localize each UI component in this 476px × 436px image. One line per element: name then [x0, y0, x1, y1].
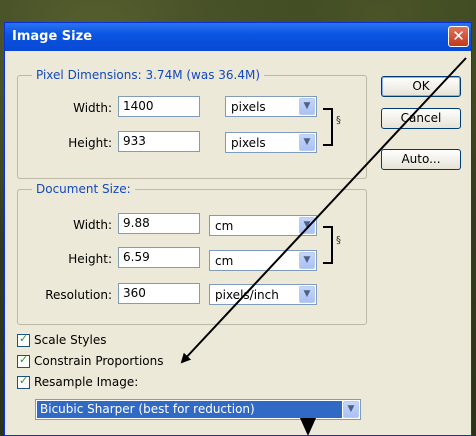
checkmark-icon: ✓ [19, 353, 29, 366]
chain-link-icon[interactable]: § [336, 236, 341, 246]
cancel-button[interactable]: Cancel [381, 108, 461, 129]
constrain-proportions-label: Constrain Proportions [34, 354, 164, 368]
constrain-proportions-checkbox[interactable]: ✓ [17, 353, 30, 368]
doc-height-unit-select[interactable]: cm ▼ [209, 250, 317, 271]
close-icon: ✕ [452, 27, 465, 45]
resolution-unit: pixels/inch [215, 288, 279, 302]
pixel-link-bracket [323, 108, 333, 146]
doc-height-field[interactable]: 6.59 [118, 247, 200, 268]
resample-image-label: Resample Image: [34, 375, 139, 389]
pixel-width-unit-select[interactable]: pixels ▼ [225, 96, 317, 117]
constrain-proportions-option[interactable]: ✓ Constrain Proportions [17, 353, 164, 370]
doc-height-label: Height: [68, 252, 112, 266]
pixel-height-field[interactable]: 933 [118, 131, 200, 152]
pixel-height-label: Height: [68, 136, 112, 150]
document-size-legend: Document Size: [32, 182, 135, 196]
scale-styles-checkbox[interactable]: ✓ [17, 332, 30, 347]
pixel-dimensions-size: 3.74M (was 36.4M) [145, 68, 261, 82]
checkmark-icon: ✓ [19, 332, 29, 345]
document-link-bracket [323, 226, 333, 264]
chain-link-icon[interactable]: § [336, 116, 341, 126]
pixel-width-unit: pixels [231, 100, 266, 114]
doc-height-unit: cm [215, 254, 234, 268]
doc-width-field[interactable]: 9.88 [118, 213, 200, 234]
chevron-down-icon: ▼ [299, 286, 315, 303]
chevron-down-icon: ▼ [299, 252, 315, 269]
doc-width-unit: cm [215, 219, 234, 233]
doc-width-unit-select[interactable]: cm ▼ [209, 215, 317, 236]
doc-width-label: Width: [73, 218, 112, 232]
pixel-dimensions-label: Pixel Dimensions: [36, 68, 142, 82]
pixel-height-unit-select[interactable]: pixels ▼ [225, 132, 317, 153]
image-size-dialog: Image Size ✕ Pixel Dimensions: 3.74M (wa… [4, 22, 472, 436]
chevron-down-icon: ▼ [299, 134, 315, 151]
ok-button[interactable]: OK [381, 76, 461, 97]
pixel-dimensions-group: Pixel Dimensions: 3.74M (was 36.4M) Widt… [17, 68, 367, 179]
dialog-title: Image Size [12, 29, 93, 44]
pixel-dimensions-legend: Pixel Dimensions: 3.74M (was 36.4M) [32, 68, 265, 82]
pixel-width-label: Width: [73, 101, 112, 115]
resample-image-option[interactable]: ✓ Resample Image: [17, 374, 139, 391]
auto-button[interactable]: Auto... [381, 149, 461, 170]
title-bar[interactable]: Image Size ✕ [5, 23, 471, 51]
resolution-field[interactable]: 360 [118, 283, 200, 304]
scale-styles-option[interactable]: ✓ Scale Styles [17, 332, 107, 349]
chevron-down-icon: ▼ [299, 217, 315, 234]
resample-method-select[interactable]: Bicubic Sharper (best for reduction) ▼ [35, 399, 361, 420]
resample-method-value: Bicubic Sharper (best for reduction) [37, 401, 342, 418]
pixel-width-field[interactable]: 1400 [118, 96, 200, 117]
document-size-group: Document Size: Width: 9.88 cm ▼ Height: … [17, 182, 367, 325]
checkmark-icon: ✓ [19, 374, 29, 387]
pixel-height-unit: pixels [231, 136, 266, 150]
resample-image-checkbox[interactable]: ✓ [17, 374, 30, 389]
scale-styles-label: Scale Styles [34, 333, 107, 347]
chevron-down-icon: ▼ [343, 401, 359, 418]
resolution-unit-select[interactable]: pixels/inch ▼ [209, 284, 317, 305]
chevron-down-icon: ▼ [299, 98, 315, 115]
close-button[interactable]: ✕ [448, 26, 469, 47]
resolution-label: Resolution: [45, 288, 112, 302]
